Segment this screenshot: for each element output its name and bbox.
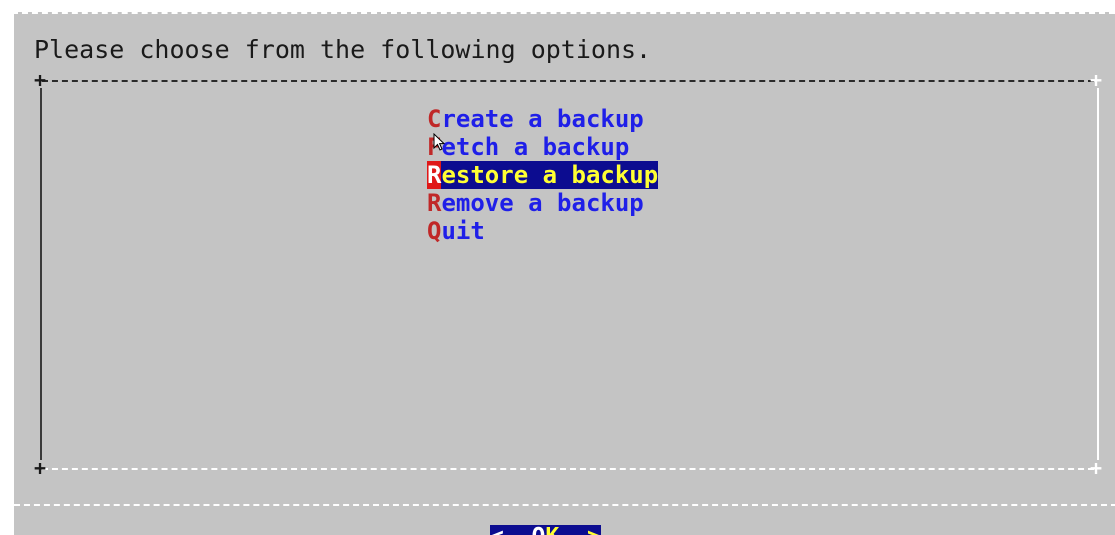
ok-button[interactable]: < OK > [490, 525, 601, 535]
menu-item-label: uit [441, 217, 485, 245]
hotkey-letter: R [427, 161, 442, 189]
menu-dialog: Please choose from the following options… [12, 12, 1115, 535]
menu-item-restore-backup[interactable]: Restore a backup [427, 161, 659, 189]
button-separator [14, 504, 1115, 506]
ok-button-left-bracket: < [490, 524, 532, 535]
menu-box-corner-top-right: + [1090, 68, 1103, 92]
mouse-pointer-icon [433, 133, 445, 151]
menu-box-top-border [42, 80, 1094, 82]
menu-box-left-border [40, 88, 42, 460]
ok-button-label: K > [545, 524, 600, 535]
hotkey-letter: C [427, 105, 442, 133]
menu-item-label: emove a backup [441, 189, 644, 217]
menu-row: Create a backup [427, 105, 658, 133]
menu-box-corner-bottom-right: + [1090, 456, 1103, 480]
hotkey-letter: R [427, 189, 442, 217]
menu-box-right-border [1097, 88, 1099, 460]
menu-row: Fetch a backup [427, 133, 658, 161]
menu-item-remove-backup[interactable]: Remove a backup [427, 189, 644, 217]
menu-box-corner-top-left: + [34, 68, 47, 92]
menu-item-fetch-backup[interactable]: Fetch a backup [427, 133, 629, 161]
menu-item-label: etch a backup [441, 133, 630, 161]
options-menu: Create a backup Fetch a backup Restore a… [427, 105, 659, 245]
menu-item-create-backup[interactable]: Create a backup [427, 105, 644, 133]
menu-row: Remove a backup [427, 189, 658, 217]
menu-item-label: reate a backup [441, 105, 644, 133]
hotkey-letter: Q [427, 217, 442, 245]
menu-box-corner-bottom-left: + [34, 456, 47, 480]
menu-box-bottom-border [42, 468, 1094, 470]
menu-row: Quit [427, 217, 658, 245]
menu-item-label: estore a backup [441, 161, 659, 189]
ok-button-hotkey: O [532, 524, 546, 535]
menu-item-quit[interactable]: Quit [427, 217, 485, 245]
menu-row: Restore a backup [427, 161, 659, 189]
dialog-prompt: Please choose from the following options… [34, 35, 652, 64]
